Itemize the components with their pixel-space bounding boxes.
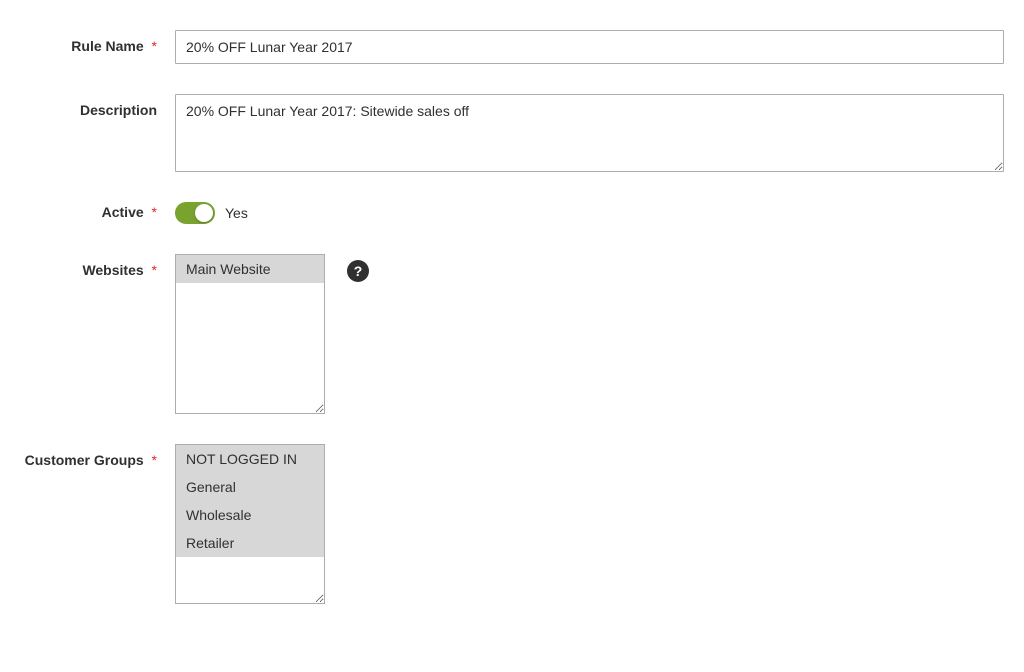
rule-name-field <box>175 30 1004 64</box>
active-toggle-wrap: Yes <box>175 202 248 224</box>
customer-groups-label: Customer Groups * <box>20 444 175 468</box>
active-label-text: Active <box>102 204 144 220</box>
rule-name-label: Rule Name * <box>20 30 175 54</box>
active-field: Yes <box>175 202 1004 224</box>
customer-groups-multiselect[interactable]: NOT LOGGED INGeneralWholesaleRetailer <box>175 444 325 604</box>
required-asterisk: * <box>152 38 157 54</box>
active-row: Active * Yes <box>20 202 1004 224</box>
help-icon[interactable]: ? <box>347 260 369 282</box>
websites-field: Main Website ? <box>175 254 1004 414</box>
active-label: Active * <box>20 202 175 220</box>
description-row: Description 20% OFF Lunar Year 2017: Sit… <box>20 94 1004 172</box>
active-state-label: Yes <box>225 205 248 221</box>
required-asterisk: * <box>152 262 157 278</box>
rule-name-row: Rule Name * <box>20 30 1004 64</box>
customer-groups-option[interactable]: Retailer <box>176 529 324 557</box>
websites-row: Websites * Main Website ? <box>20 254 1004 414</box>
active-toggle-knob <box>195 204 213 222</box>
websites-label: Websites * <box>20 254 175 278</box>
active-toggle[interactable] <box>175 202 215 224</box>
customer-groups-label-text: Customer Groups <box>25 452 144 468</box>
rule-name-label-text: Rule Name <box>71 38 143 54</box>
customer-groups-field: NOT LOGGED INGeneralWholesaleRetailer <box>175 444 1004 604</box>
websites-option[interactable]: Main Website <box>176 255 324 283</box>
description-label-text: Description <box>80 102 157 118</box>
websites-multiselect[interactable]: Main Website <box>175 254 325 414</box>
customer-groups-row: Customer Groups * NOT LOGGED INGeneralWh… <box>20 444 1004 604</box>
description-input[interactable]: 20% OFF Lunar Year 2017: Sitewide sales … <box>175 94 1004 172</box>
customer-groups-option[interactable]: General <box>176 473 324 501</box>
description-field: 20% OFF Lunar Year 2017: Sitewide sales … <box>175 94 1004 172</box>
customer-groups-option[interactable]: NOT LOGGED IN <box>176 445 324 473</box>
customer-groups-option[interactable]: Wholesale <box>176 501 324 529</box>
required-asterisk: * <box>152 452 157 468</box>
websites-label-text: Websites <box>82 262 143 278</box>
rule-name-input[interactable] <box>175 30 1004 64</box>
required-asterisk: * <box>152 204 157 220</box>
description-label: Description <box>20 94 175 118</box>
